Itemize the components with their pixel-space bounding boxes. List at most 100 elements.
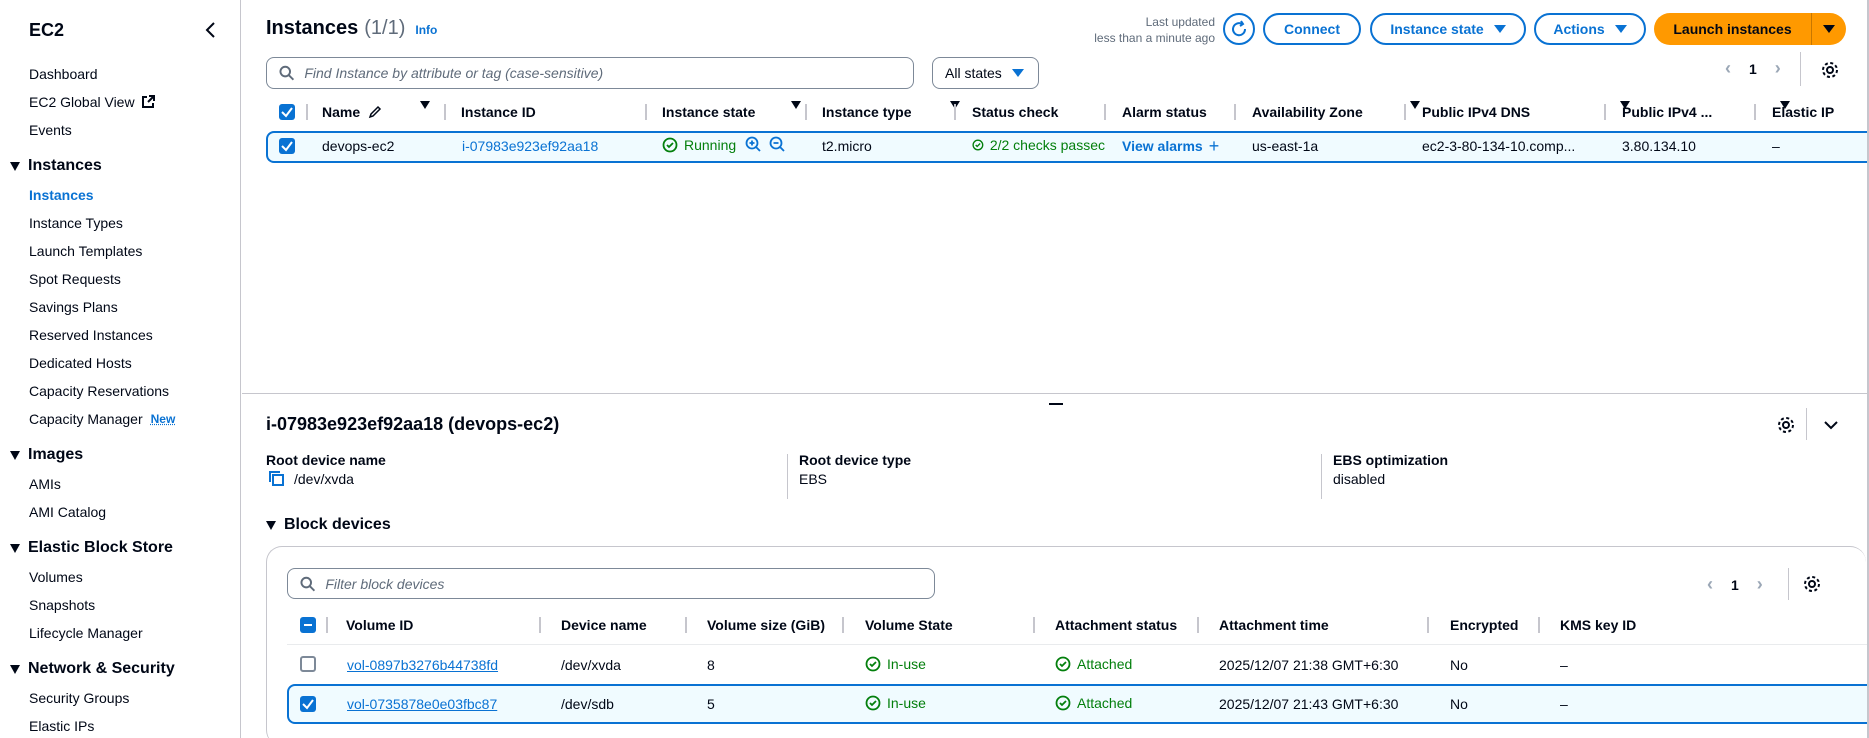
page-number[interactable]: 1 [1749,61,1757,77]
nav-elastic-ips[interactable]: Elastic IPs [29,718,94,734]
launch-instances-button[interactable]: Launch instances [1654,13,1812,45]
page-number[interactable]: 1 [1731,577,1739,593]
collapse-nav-icon[interactable] [203,20,219,40]
col-name[interactable]: Name [322,104,382,120]
status-success-icon [865,656,881,672]
col-status-check[interactable]: Status check [972,104,1058,120]
dropdown-icon [1823,25,1835,33]
block-devices-toggle[interactable]: Block devices [266,516,391,534]
row-checkbox[interactable] [279,138,295,154]
zoom-out-icon[interactable] [769,136,786,153]
next-page-icon[interactable]: › [1757,574,1763,595]
nav-events[interactable]: Events [29,122,72,138]
column-separator [685,617,687,633]
col-kms-key[interactable]: KMS key ID [1560,617,1636,633]
column-separator [954,104,956,120]
select-all-block-checkbox[interactable] [300,617,316,633]
nav-instances[interactable]: Instances [29,187,94,203]
nav-security-groups[interactable]: Security Groups [29,690,129,706]
public-ipv4[interactable]: 3.80.134.10 [1622,138,1696,154]
refresh-button[interactable] [1223,13,1255,45]
nav-ami-catalog[interactable]: AMI Catalog [29,504,106,520]
block-filter[interactable] [287,568,935,599]
col-encrypted[interactable]: Encrypted [1450,617,1518,633]
sort-icon[interactable] [420,101,430,125]
col-instance-id[interactable]: Instance ID [461,104,536,120]
instance-state-button[interactable]: Instance state [1370,13,1526,45]
next-page-icon[interactable]: › [1775,58,1781,79]
col-attachment-time[interactable]: Attachment time [1219,617,1329,633]
select-all-checkbox[interactable] [279,104,295,120]
row-checkbox[interactable] [300,656,316,672]
panel-settings-icon[interactable] [1777,416,1795,434]
nav-section-instances[interactable]: Instances [10,157,102,175]
search-input[interactable] [304,65,913,81]
nav-lifecycle-manager[interactable]: Lifecycle Manager [29,625,143,641]
nav-volumes[interactable]: Volumes [29,569,83,585]
info-link[interactable]: Info [415,23,437,37]
block-settings-icon[interactable] [1803,575,1821,593]
col-device-name[interactable]: Device name [561,617,647,633]
launch-instances-split-button: Launch instances [1654,13,1846,45]
copy-icon[interactable] [268,470,285,487]
col-elastic-ip[interactable]: Elastic IP [1772,104,1834,120]
root-device-type-label: Root device type [799,452,912,468]
last-updated-label: Last updated [1145,15,1215,29]
prev-page-icon[interactable]: ‹ [1707,574,1713,595]
sort-icon[interactable] [791,101,801,125]
nav-global-view[interactable]: EC2 Global View [29,94,155,110]
public-dns[interactable]: ec2-3-80-134-10.comp... [1422,138,1575,154]
actions-button[interactable]: Actions [1534,13,1646,45]
col-public-ipv4[interactable]: Public IPv4 ... [1622,104,1712,120]
edit-icon [368,105,382,119]
service-title[interactable]: EC2 [29,20,64,41]
status-check-text: 2/2 checks passec [989,137,1105,153]
nav-launch-templates[interactable]: Launch Templates [29,243,142,259]
launch-dropdown-button[interactable] [1812,13,1846,45]
col-az[interactable]: Availability Zone [1252,104,1363,120]
nav-spot-requests[interactable]: Spot Requests [29,271,121,287]
col-instance-type[interactable]: Instance type [822,104,911,120]
view-alarms-link[interactable]: View alarms + [1122,137,1219,155]
caret-down-icon [10,161,20,171]
search-icon [300,576,316,591]
nav-section-ebs[interactable]: Elastic Block Store [10,539,173,557]
nav-savings-plans[interactable]: Savings Plans [29,299,118,315]
col-volume-id[interactable]: Volume ID [346,617,413,633]
collapse-panel-icon[interactable] [1823,418,1839,432]
elastic-ip: – [1772,138,1780,154]
state-filter-select[interactable]: All states [932,57,1039,89]
settings-icon[interactable] [1821,61,1839,79]
col-volume-state[interactable]: Volume State [865,617,953,633]
nav-dedicated-hosts[interactable]: Dedicated Hosts [29,355,132,371]
divider [1788,568,1789,600]
nav-dashboard[interactable]: Dashboard [29,66,98,82]
attachment-status: Attached [1055,695,1132,711]
col-volume-size[interactable]: Volume size (GiB) [707,617,825,633]
col-alarm-status[interactable]: Alarm status [1122,104,1207,120]
volume-id-link[interactable]: vol-0735878e0e03fbc87 [347,696,497,712]
col-attachment-status[interactable]: Attachment status [1055,617,1177,633]
column-separator [1033,617,1035,633]
col-public-dns[interactable]: Public IPv4 DNS [1422,104,1530,120]
instance-id-link[interactable]: i-07983e923ef92aa18 [462,138,598,154]
nav-section-images[interactable]: Images [10,446,83,464]
zoom-in-icon[interactable] [745,136,762,153]
nav-snapshots[interactable]: Snapshots [29,597,95,613]
nav-instance-types[interactable]: Instance Types [29,215,123,231]
instance-search[interactable] [266,57,914,89]
col-instance-state[interactable]: Instance state [662,104,755,120]
sort-icon[interactable] [1410,101,1420,125]
nav-capacity-manager[interactable]: Capacity Manager New [29,411,175,427]
prev-page-icon[interactable]: ‹ [1725,58,1731,79]
nav-amis[interactable]: AMIs [29,476,61,492]
resize-handle[interactable] [1049,403,1063,405]
nav-capacity-reservations[interactable]: Capacity Reservations [29,383,169,399]
nav-reserved-instances[interactable]: Reserved Instances [29,327,153,343]
row-checkbox[interactable] [300,696,316,712]
block-filter-input[interactable] [325,575,934,592]
nav-section-network[interactable]: Network & Security [10,660,175,678]
connect-button[interactable]: Connect [1263,13,1361,45]
divider [1321,454,1322,499]
volume-id-link[interactable]: vol-0897b3276b44738fd [347,657,498,673]
